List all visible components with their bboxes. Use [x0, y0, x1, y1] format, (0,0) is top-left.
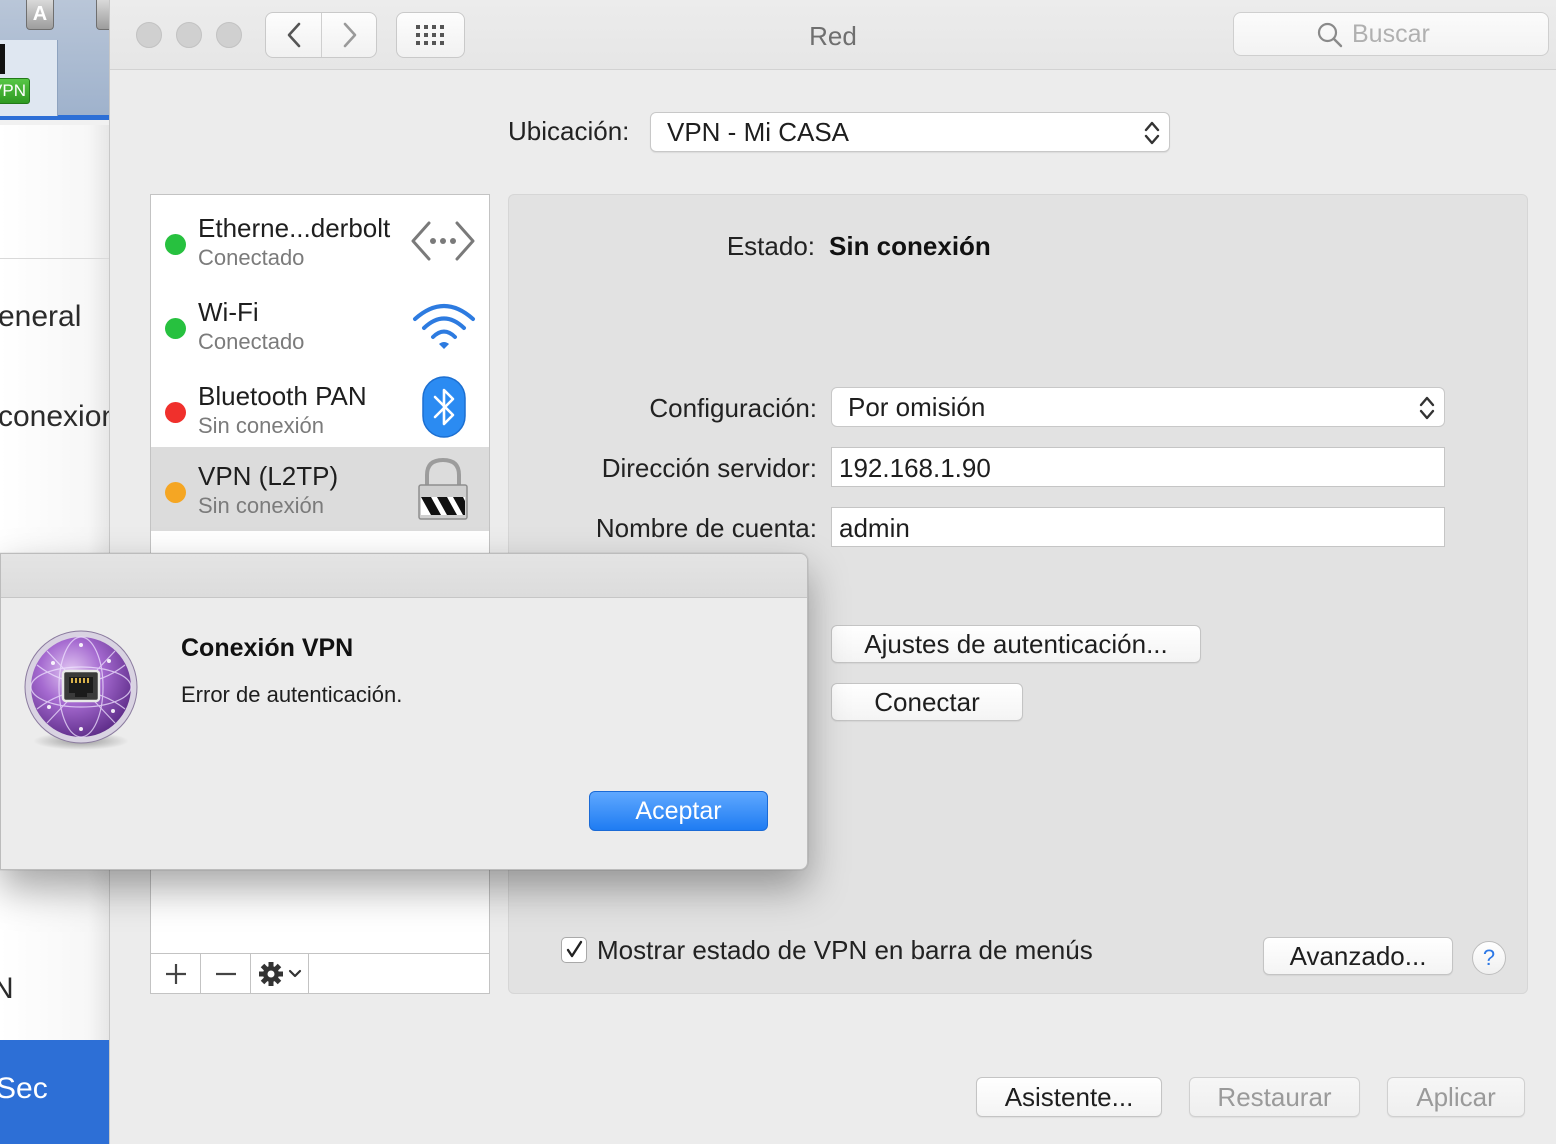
search-icon — [1317, 22, 1343, 48]
location-value: VPN - Mi CASA — [667, 117, 850, 147]
network-globe-icon — [24, 630, 138, 750]
updown-arrows-icon — [1419, 396, 1435, 420]
help-button[interactable]: ? — [1472, 941, 1506, 975]
show-vpn-status-label[interactable]: Mostrar estado de VPN en barra de menús — [597, 935, 1093, 966]
search-placeholder: Buscar — [1352, 20, 1430, 48]
service-item-bluetooth[interactable]: Bluetooth PAN Sin conexión — [151, 367, 489, 451]
status-label: Estado: — [726, 231, 815, 261]
background-text-n: N — [0, 972, 14, 1006]
status-value: Sin conexión — [829, 231, 991, 261]
minus-icon — [215, 972, 236, 976]
remove-service-button[interactable] — [201, 954, 251, 994]
service-status: Conectado — [198, 245, 305, 270]
account-name-value: admin — [839, 513, 910, 543]
background-key-a: A — [26, 0, 54, 30]
add-service-button[interactable] — [151, 954, 201, 994]
configuration-value: Por omisión — [848, 392, 986, 422]
background-text-sec: Sec — [0, 1072, 48, 1105]
status-dot-bluetooth — [165, 402, 186, 423]
account-name-label: Nombre de cuenta: — [595, 513, 817, 543]
service-status: Conectado — [198, 329, 305, 354]
updown-arrows-icon — [1144, 121, 1160, 145]
status-dot-ethernet — [165, 234, 186, 255]
ethernet-icon — [411, 221, 475, 261]
background-selected-row[interactable]: Sec — [0, 1040, 109, 1144]
server-address-value: 192.168.1.90 — [839, 453, 991, 483]
service-item-ethernet[interactable]: Etherne...derbolt Conectado — [151, 199, 489, 283]
account-name-field[interactable]: admin — [831, 507, 1445, 547]
service-status: Sin conexión — [198, 493, 324, 518]
service-item-wifi[interactable]: Wi-Fi Conectado — [151, 283, 489, 367]
accept-button[interactable]: Aceptar — [589, 791, 768, 831]
server-address-label: Dirección servidor: — [601, 453, 817, 483]
connect-button[interactable]: Conectar — [831, 683, 1023, 721]
background-divider — [0, 258, 109, 259]
search-field[interactable]: Buscar — [1233, 12, 1549, 56]
background-toolbar: A VPN — [0, 0, 109, 120]
revert-button[interactable]: Restaurar — [1189, 1077, 1360, 1117]
background-text-general: eneral — [0, 300, 82, 333]
background-vpn-bar — [0, 44, 5, 74]
background-vpn-badge: VPN — [0, 78, 30, 104]
status-dot-wifi — [165, 318, 186, 339]
location-label: Ubicación: — [508, 116, 630, 146]
dialog-title-bar — [1, 554, 807, 598]
title-bar: Red Buscar — [110, 0, 1556, 70]
dialog-title: Conexión VPN — [181, 634, 354, 662]
configuration-select[interactable]: Por omisión — [831, 387, 1445, 427]
wifi-icon — [413, 304, 475, 349]
gear-icon — [258, 962, 301, 986]
server-address-field[interactable]: 192.168.1.90 — [831, 447, 1445, 487]
service-name: VPN (L2TP) — [198, 461, 339, 491]
advanced-button[interactable]: Avanzado... — [1263, 937, 1453, 975]
service-list-toolbar — [151, 953, 489, 994]
bluetooth-icon — [422, 376, 466, 438]
plus-icon — [165, 964, 186, 984]
service-name: Etherne...derbolt — [198, 213, 391, 243]
status-dot-vpn — [165, 482, 186, 503]
background-text-conexion: conexion — [0, 400, 110, 433]
location-select[interactable]: VPN - Mi CASA — [650, 112, 1170, 152]
service-name: Wi-Fi — [198, 297, 259, 327]
configuration-label: Configuración: — [649, 393, 817, 423]
service-status: Sin conexión — [198, 413, 324, 438]
service-item-vpn[interactable]: VPN (L2TP) Sin conexión — [151, 447, 489, 531]
vpn-error-dialog: Conexión VPN Error de autenticación. Ace… — [0, 553, 808, 870]
apply-button[interactable]: Aplicar — [1387, 1077, 1525, 1117]
service-name: Bluetooth PAN — [198, 381, 367, 411]
authentication-settings-button[interactable]: Ajustes de autenticación... — [831, 625, 1201, 663]
assistant-button[interactable]: Asistente... — [976, 1077, 1162, 1117]
show-vpn-status-checkbox[interactable] — [561, 937, 587, 963]
action-menu-button[interactable] — [251, 954, 309, 994]
checkmark-icon — [566, 940, 583, 958]
dialog-message: Error de autenticación. — [181, 682, 403, 707]
vpn-lock-icon — [418, 457, 468, 520]
